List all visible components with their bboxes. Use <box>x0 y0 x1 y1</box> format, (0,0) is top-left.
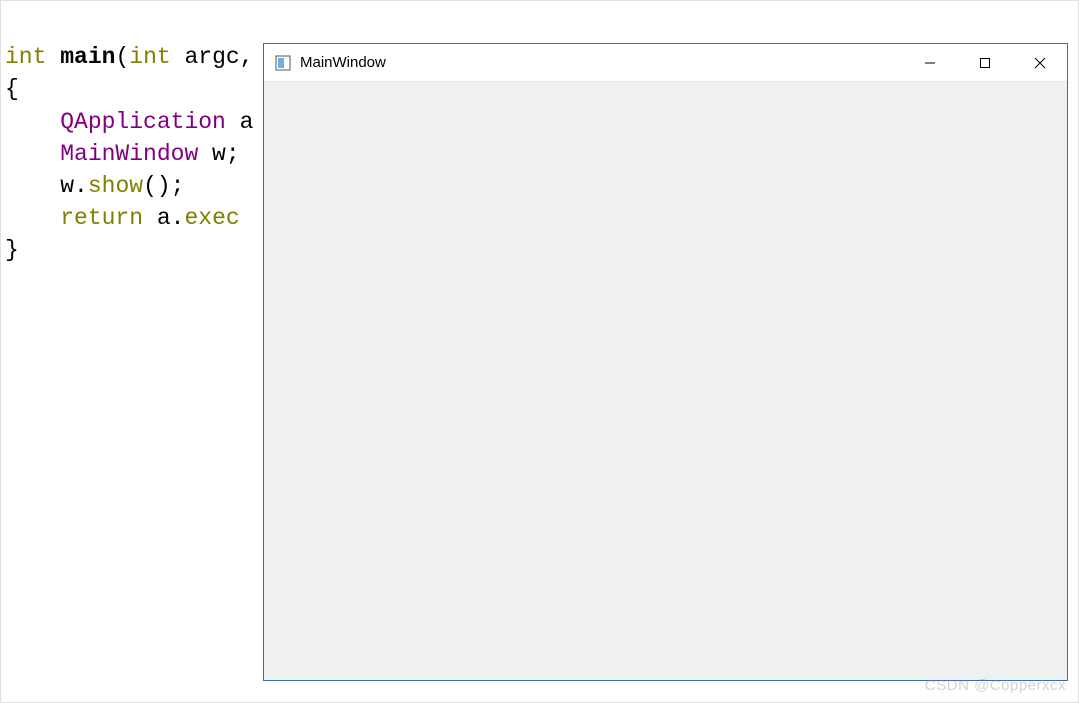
window-client-area[interactable] <box>264 82 1067 680</box>
titlebar[interactable]: MainWindow <box>264 44 1067 82</box>
close-button[interactable] <box>1012 44 1067 81</box>
main-window: MainWindow <box>263 43 1068 681</box>
dot2: . <box>171 205 185 231</box>
window-title: MainWindow <box>300 54 902 71</box>
maximize-button[interactable] <box>957 44 1012 81</box>
indent <box>5 141 60 167</box>
maximize-icon <box>979 57 991 69</box>
window-controls <box>902 44 1067 81</box>
minimize-icon <box>924 57 936 69</box>
method-show: show <box>88 173 143 199</box>
var-w: w; <box>198 141 239 167</box>
obj-w: w <box>60 173 74 199</box>
paren-open: ( <box>115 44 129 70</box>
method-exec: exec <box>184 205 239 231</box>
keyword-int2: int <box>129 44 170 70</box>
space <box>143 205 157 231</box>
class-qapplication: QApplication <box>60 109 226 135</box>
arg-argc: argc <box>171 44 240 70</box>
indent <box>5 109 60 135</box>
brace-open: { <box>5 76 19 102</box>
keyword-int: int <box>5 44 46 70</box>
indent <box>5 205 60 231</box>
close-icon <box>1034 57 1046 69</box>
dot: . <box>74 173 88 199</box>
class-mainwindow: MainWindow <box>60 141 198 167</box>
keyword-return: return <box>60 205 143 231</box>
obj-a: a <box>157 205 171 231</box>
var-a: a <box>226 109 254 135</box>
watermark: CSDN @Copperxcx <box>925 677 1066 694</box>
indent <box>5 173 60 199</box>
function-name-main: main <box>60 44 115 70</box>
parens-show: (); <box>143 173 184 199</box>
minimize-button[interactable] <box>902 44 957 81</box>
app-icon <box>274 54 292 72</box>
brace-close: } <box>5 237 19 263</box>
